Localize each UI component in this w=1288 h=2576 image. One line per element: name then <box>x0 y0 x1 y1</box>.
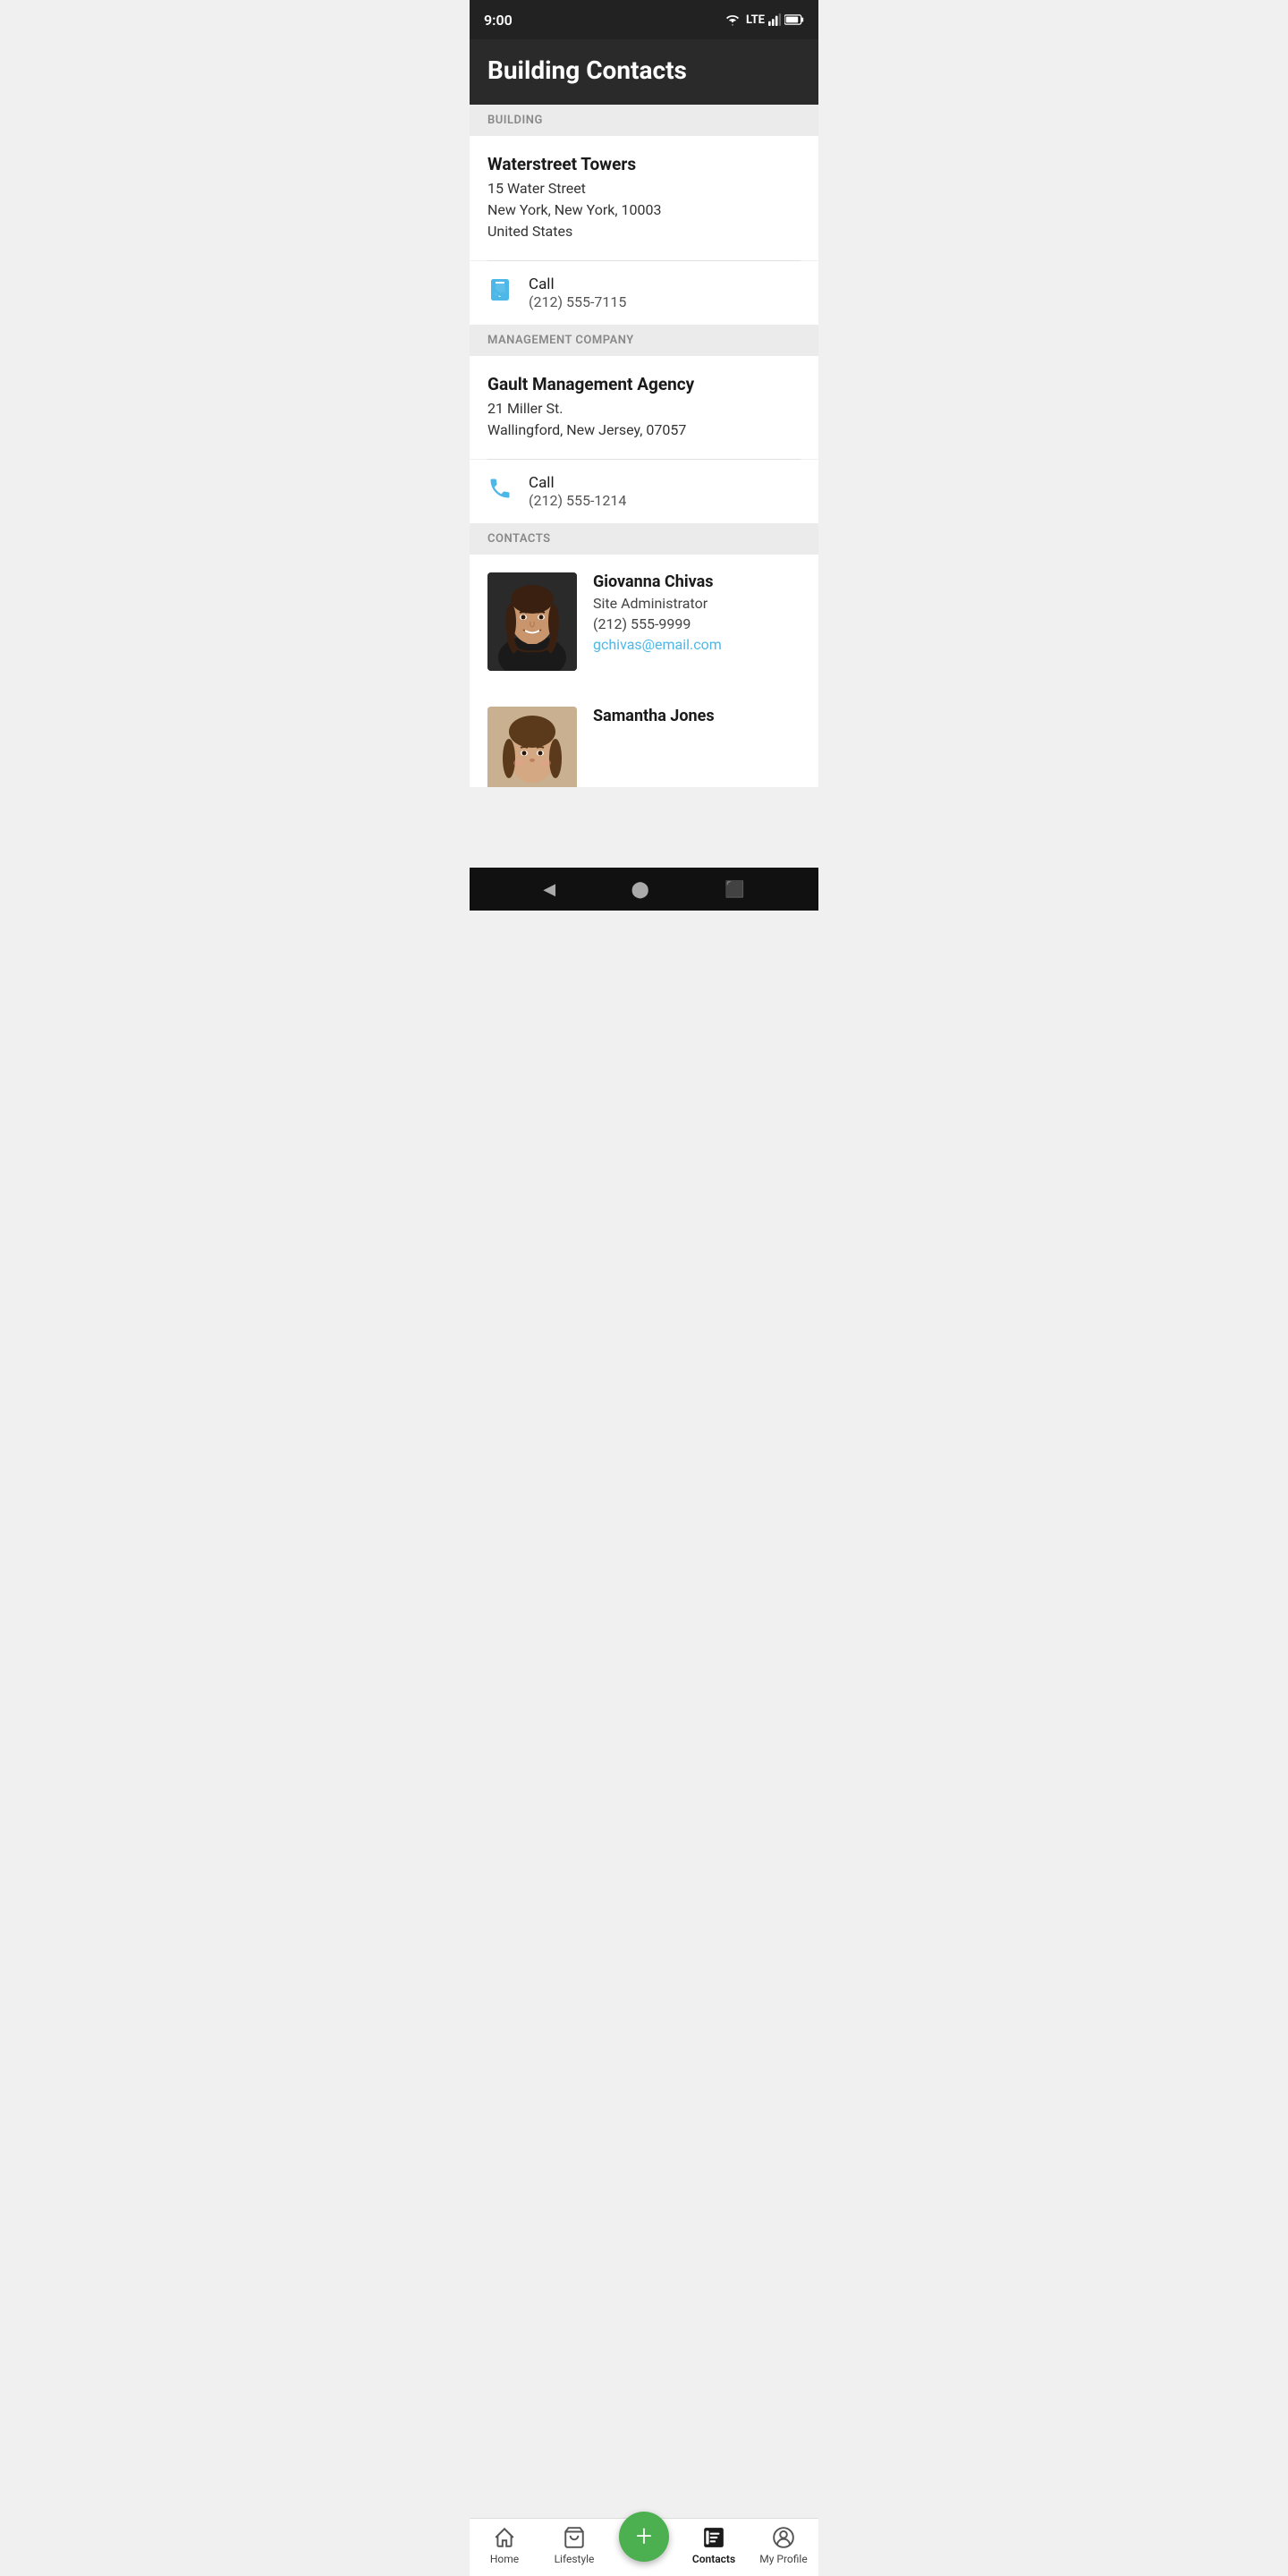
fab-button[interactable]: + <box>619 2512 669 2562</box>
giovanna-info: Giovanna Chivas Site Administrator (212)… <box>593 572 801 653</box>
building-address-line2: New York, New York, 10003 <box>487 199 801 221</box>
mgmt-address-line1: 21 Miller St. <box>487 398 801 419</box>
plus-icon: + <box>636 2521 652 2550</box>
profile-icon <box>772 2526 795 2549</box>
giovanna-phone: (212) 555-9999 <box>593 615 801 632</box>
building-name: Waterstreet Towers <box>487 154 801 174</box>
page-title: Building Contacts <box>487 55 801 85</box>
android-home-btn[interactable]: ⬤ <box>631 880 649 899</box>
phone-icon-mgmt <box>487 476 513 507</box>
building-address-line1: 15 Water Street <box>487 178 801 199</box>
phone-icon-building <box>487 277 513 309</box>
bottom-nav: Home Lifestyle + Contacts <box>470 2518 818 2576</box>
nav-contacts[interactable]: Contacts <box>679 2526 749 2565</box>
building-info-block: Waterstreet Towers 15 Water Street New Y… <box>470 136 818 260</box>
lte-label: LTE <box>746 13 765 27</box>
signal-icon <box>768 13 781 26</box>
avatar-giovanna <box>487 572 577 671</box>
contacts-icon <box>702 2526 725 2549</box>
home-icon <box>493 2526 516 2549</box>
giovanna-name: Giovanna Chivas <box>593 572 801 591</box>
samantha-name: Samantha Jones <box>593 707 801 725</box>
mgmt-info-block: Gault Management Agency 21 Miller St. Wa… <box>470 356 818 459</box>
lifestyle-icon <box>563 2526 586 2549</box>
wifi-icon <box>724 13 741 26</box>
building-call-number: (212) 555-7115 <box>529 293 626 310</box>
mgmt-call-number: (212) 555-1214 <box>529 492 626 509</box>
building-address-line3: United States <box>487 221 801 242</box>
status-time: 9:00 <box>484 12 513 29</box>
android-nav-bar: ◀ ⬤ ⬛ <box>470 868 818 911</box>
nav-lifestyle-label: Lifestyle <box>555 2553 595 2565</box>
battery-icon <box>784 13 804 26</box>
building-call-label: Call <box>529 275 626 293</box>
section-building-header: BUILDING <box>470 105 818 136</box>
nav-home-label: Home <box>490 2553 519 2565</box>
contact-card-samantha[interactable]: Samantha Jones <box>470 689 818 787</box>
mgmt-address-line2: Wallingford, New Jersey, 07057 <box>487 419 801 441</box>
nav-lifestyle[interactable]: Lifestyle <box>539 2526 609 2565</box>
status-bar: 9:00 LTE <box>470 0 818 39</box>
samantha-info: Samantha Jones <box>593 707 801 729</box>
giovanna-role: Site Administrator <box>593 595 801 612</box>
section-mgmt-header: MANAGEMENT COMPANY <box>470 325 818 356</box>
status-icons: LTE <box>724 13 804 27</box>
nav-home[interactable]: Home <box>470 2526 539 2565</box>
nav-contacts-label: Contacts <box>692 2553 735 2565</box>
building-call-row[interactable]: Call (212) 555-7115 <box>470 261 818 325</box>
page-header: Building Contacts <box>470 39 818 105</box>
nav-add[interactable]: + <box>609 2529 679 2562</box>
section-contacts-header: CONTACTS <box>470 523 818 555</box>
nav-profile-label: My Profile <box>759 2553 807 2565</box>
building-address: 15 Water Street New York, New York, 1000… <box>487 178 801 242</box>
mgmt-call-label: Call <box>529 474 626 492</box>
mgmt-call-row[interactable]: Call (212) 555-1214 <box>470 460 818 523</box>
mgmt-address: 21 Miller St. Wallingford, New Jersey, 0… <box>487 398 801 441</box>
building-call-info: Call (212) 555-7115 <box>529 275 626 310</box>
android-recents-btn[interactable]: ⬛ <box>724 880 744 899</box>
mgmt-company-name: Gault Management Agency <box>487 374 801 394</box>
mgmt-call-info: Call (212) 555-1214 <box>529 474 626 509</box>
nav-profile[interactable]: My Profile <box>749 2526 818 2565</box>
giovanna-email[interactable]: gchivas@email.com <box>593 636 801 653</box>
avatar-samantha <box>487 707 577 787</box>
android-back-btn[interactable]: ◀ <box>543 880 555 899</box>
contact-card-giovanna[interactable]: Giovanna Chivas Site Administrator (212)… <box>470 555 818 689</box>
